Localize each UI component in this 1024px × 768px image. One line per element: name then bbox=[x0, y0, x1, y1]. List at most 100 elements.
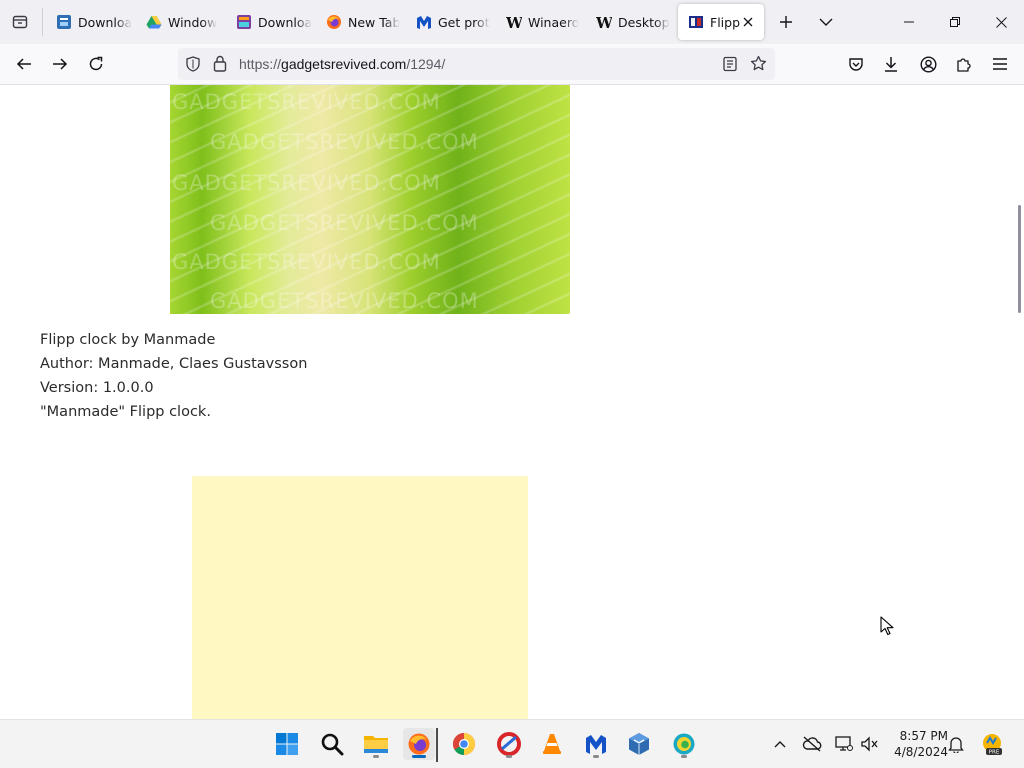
taskbar-app-firefox[interactable] bbox=[403, 728, 435, 760]
url-scheme: https:// bbox=[239, 56, 282, 72]
running-indicator bbox=[593, 755, 599, 758]
tab-4[interactable]: New Tab bbox=[316, 4, 406, 40]
tracking-protection-icon[interactable] bbox=[185, 56, 201, 76]
plus-icon bbox=[780, 16, 792, 28]
tab-5[interactable]: Get prot bbox=[406, 4, 494, 40]
url-text[interactable]: https://gadgetsrevived.com/1294/ bbox=[239, 56, 445, 72]
running-indicator bbox=[506, 755, 512, 758]
tab-title: New Tab bbox=[348, 14, 401, 30]
taskbar-app-vlc[interactable] bbox=[536, 728, 568, 760]
download-icon bbox=[885, 57, 897, 72]
reader-view-icon[interactable] bbox=[722, 56, 738, 76]
winaero-favicon: W bbox=[506, 14, 522, 30]
taskbar-app-edge-canary[interactable] bbox=[668, 728, 700, 760]
tab-6[interactable]: W Winaero bbox=[496, 4, 584, 40]
taskbar-app-chrome[interactable] bbox=[448, 728, 480, 760]
cloud-offline-icon bbox=[802, 736, 822, 752]
reload-button[interactable] bbox=[82, 50, 110, 78]
app-menu-button[interactable] bbox=[986, 50, 1014, 78]
firefox-view-button[interactable] bbox=[6, 8, 34, 36]
image-watermark: GADGETSREVIVED.COM bbox=[210, 289, 479, 313]
active-indicator bbox=[412, 755, 426, 758]
new-tab-button[interactable] bbox=[772, 8, 800, 36]
start-icon bbox=[276, 733, 298, 755]
notifications-button[interactable] bbox=[944, 732, 968, 756]
puzzle-icon bbox=[957, 58, 971, 72]
pocket-button[interactable] bbox=[842, 50, 870, 78]
taskbar-app-malwarebytes[interactable] bbox=[580, 728, 612, 760]
drive-favicon bbox=[146, 14, 162, 30]
tab-title: Flipp bbox=[710, 14, 740, 30]
firefox-icon bbox=[408, 733, 430, 755]
gadget-description: Flipp clock by Manmade Author: Manmade, … bbox=[40, 328, 307, 424]
running-indicator bbox=[681, 755, 687, 758]
chevron-up-icon bbox=[774, 741, 786, 748]
page-scrollbar-thumb[interactable] bbox=[1018, 205, 1021, 313]
restore-icon bbox=[950, 17, 960, 27]
gallery-favicon bbox=[236, 14, 252, 30]
image-watermark: GADGETSREVIVED.COM bbox=[172, 171, 441, 195]
copilot-pre-icon: PRE bbox=[983, 734, 1002, 756]
file-explorer-icon bbox=[364, 736, 388, 753]
svg-text:W: W bbox=[596, 14, 612, 30]
start-button[interactable] bbox=[271, 728, 303, 760]
firefox-view-icon bbox=[12, 15, 28, 29]
list-all-tabs-button[interactable] bbox=[812, 8, 840, 36]
pocket-icon bbox=[849, 58, 863, 71]
page-content: GADGETSREVIVED.COM GADGETSREVIVED.COM GA… bbox=[0, 85, 1024, 719]
onedrive-tray[interactable] bbox=[800, 732, 824, 756]
copilot-preview-button[interactable]: PRE bbox=[980, 732, 1004, 756]
url-bar[interactable]: https://gadgetsrevived.com/1294/ bbox=[178, 48, 775, 80]
malwarebytes-favicon bbox=[416, 14, 432, 30]
leaf-texture bbox=[170, 85, 570, 314]
tab-separator bbox=[42, 8, 43, 36]
minimize-button[interactable] bbox=[886, 0, 932, 44]
account-button[interactable] bbox=[914, 50, 942, 78]
mouse-cursor-icon bbox=[880, 616, 894, 636]
gadgets-favicon bbox=[688, 14, 704, 30]
clock-time: 8:57 PM bbox=[899, 729, 948, 743]
arrow-right-icon bbox=[53, 58, 68, 70]
tab-close-button[interactable] bbox=[740, 14, 756, 30]
taskbar-search-button[interactable] bbox=[316, 728, 348, 760]
running-indicator bbox=[373, 755, 379, 758]
network-tray[interactable] bbox=[832, 732, 856, 756]
downloads-button[interactable] bbox=[877, 50, 905, 78]
bookmark-star-icon[interactable] bbox=[750, 55, 767, 76]
tab-title: Window bbox=[168, 14, 218, 30]
taskbar-app-ccleaner[interactable] bbox=[493, 728, 525, 760]
tab-3[interactable]: Downloa bbox=[226, 4, 314, 40]
ccleaner-icon bbox=[497, 732, 521, 756]
url-path: /1294/ bbox=[406, 56, 446, 72]
taskbar-app-virtualbox[interactable] bbox=[623, 728, 655, 760]
tab-strip: Downloa Window Downloa New Tab Get prot … bbox=[0, 0, 1024, 44]
reload-icon bbox=[89, 56, 103, 71]
tab-title: Downloa bbox=[78, 14, 133, 30]
restore-button[interactable] bbox=[932, 0, 978, 44]
close-icon bbox=[995, 16, 1007, 28]
extensions-button[interactable] bbox=[950, 50, 978, 78]
account-icon bbox=[919, 55, 937, 73]
gadget-author: Author: Manmade, Claes Gustavsson bbox=[40, 356, 308, 372]
image-watermark: GADGETSREVIVED.COM bbox=[210, 211, 479, 235]
tab-title: Winaero bbox=[528, 14, 580, 30]
show-hidden-icons-button[interactable] bbox=[768, 732, 792, 756]
forward-button[interactable] bbox=[46, 50, 74, 78]
image-watermark: GADGETSREVIVED.COM bbox=[172, 90, 441, 114]
system-clock[interactable]: 8:57 PM 4/8/2024 bbox=[884, 728, 948, 760]
arrow-left-icon bbox=[16, 58, 31, 70]
close-window-button[interactable] bbox=[978, 0, 1024, 44]
tab-1[interactable]: Downloa bbox=[46, 4, 134, 40]
tab-title: Get prot bbox=[438, 14, 490, 30]
volume-tray[interactable] bbox=[858, 732, 882, 756]
lock-icon[interactable] bbox=[213, 55, 227, 76]
gadget-screenshot-image[interactable] bbox=[192, 476, 528, 719]
tab-7[interactable]: W Desktop bbox=[586, 4, 674, 40]
taskbar-app-file-explorer[interactable] bbox=[360, 728, 392, 760]
tab-8-active[interactable]: Flipp bbox=[678, 4, 764, 40]
tab-2[interactable]: Window bbox=[136, 4, 224, 40]
back-button[interactable] bbox=[10, 50, 38, 78]
gadget-preview-image[interactable]: GADGETSREVIVED.COM GADGETSREVIVED.COM GA… bbox=[170, 85, 570, 314]
news-favicon bbox=[56, 14, 72, 30]
chevron-down-icon bbox=[819, 18, 833, 26]
